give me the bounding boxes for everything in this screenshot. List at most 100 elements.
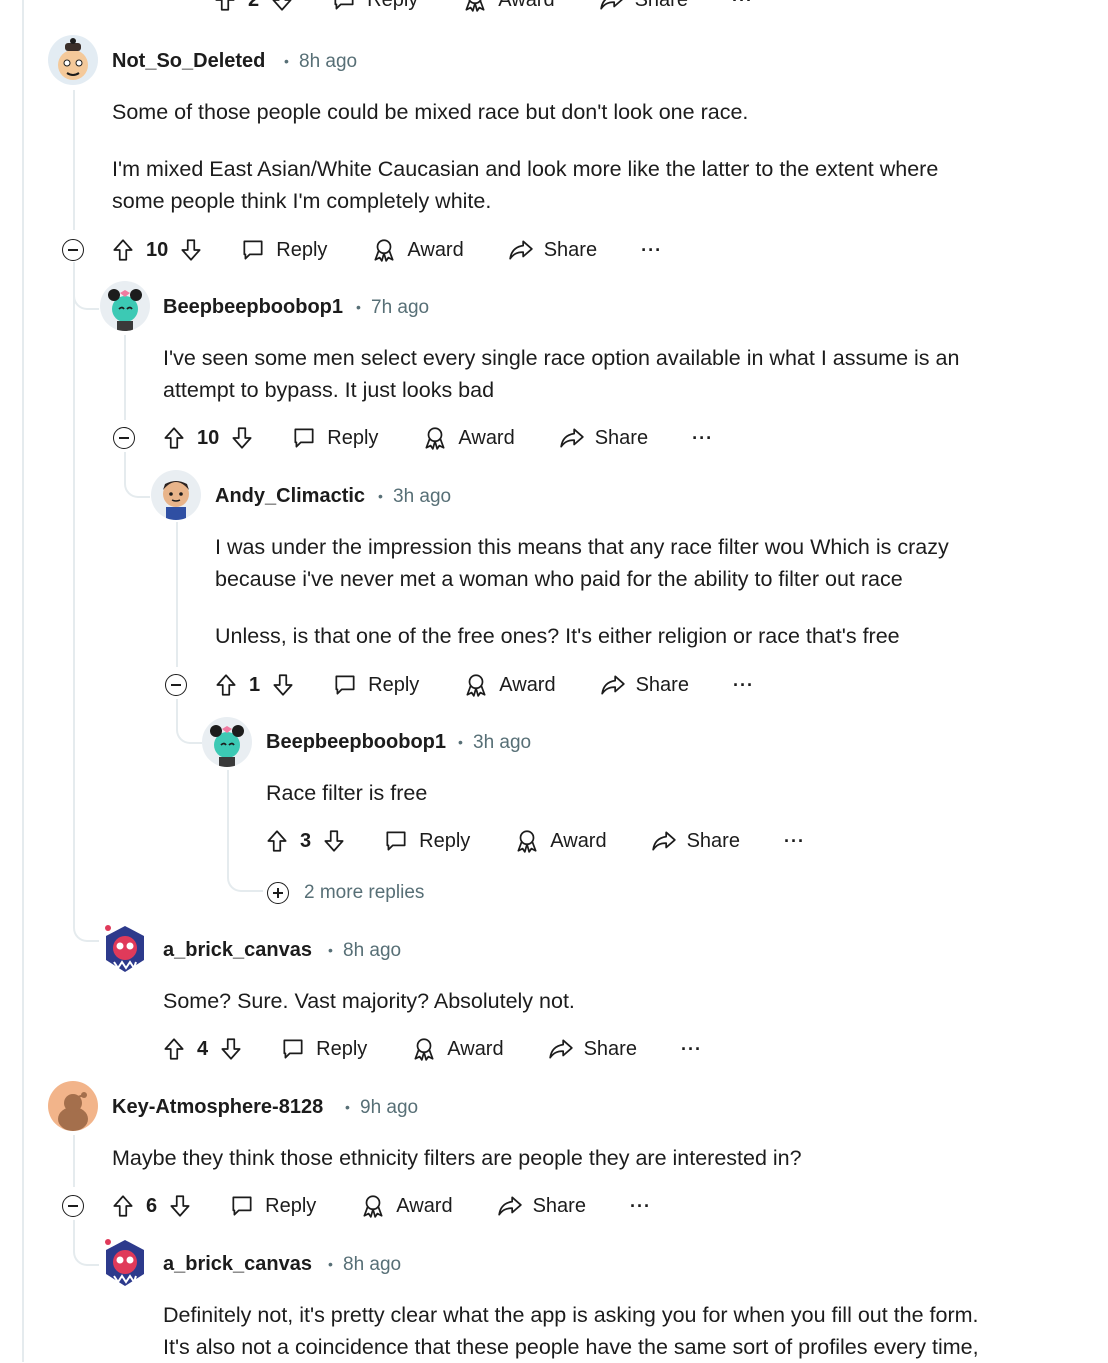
comment-author[interactable]: Beepbeepboobop1 [266, 731, 446, 754]
avatar[interactable] [100, 1236, 150, 1286]
downvote-icon[interactable] [321, 828, 347, 854]
reply-button[interactable]: Reply [383, 828, 470, 854]
comment-actions-partial: 2 Reply Award Share ··· [212, 0, 753, 18]
reply-button[interactable]: Reply [229, 1193, 316, 1219]
comment-bubble-icon [383, 828, 409, 854]
share-icon [600, 672, 626, 698]
downvote-icon[interactable] [178, 237, 204, 263]
expand-replies-icon[interactable] [267, 882, 289, 904]
comment-body-line: because i've never met a woman who paid … [215, 567, 903, 591]
downvote-icon[interactable] [229, 425, 255, 451]
avatar[interactable] [100, 922, 150, 972]
share-button[interactable]: Share [508, 237, 597, 263]
share-button[interactable]: Share [600, 672, 689, 698]
upvote-icon[interactable] [110, 1193, 136, 1219]
share-icon [599, 0, 625, 13]
collapse-thread-button[interactable] [165, 674, 187, 696]
downvote-icon[interactable] [218, 1036, 244, 1062]
share-button[interactable]: Share [651, 828, 740, 854]
award-label: Award [458, 426, 515, 449]
comment-timestamp[interactable]: 7h ago [371, 297, 429, 319]
comment-timestamp[interactable]: 9h ago [360, 1097, 418, 1119]
avatar[interactable] [202, 717, 252, 767]
more-options-button[interactable]: ··· [784, 831, 805, 852]
comment-author[interactable]: a_brick_canvas [163, 1253, 312, 1276]
award-button[interactable]: Award [514, 828, 607, 854]
comment-author[interactable]: Beepbeepboobop1 [163, 296, 343, 319]
award-button[interactable]: Award [360, 1193, 453, 1219]
comment-bubble-icon [332, 672, 358, 698]
upvote-icon[interactable] [161, 1036, 187, 1062]
more-options-button[interactable]: ··· [692, 428, 713, 449]
collapse-thread-button[interactable] [62, 1195, 84, 1217]
reply-label: Reply [265, 1194, 317, 1217]
share-label: Share [532, 1194, 586, 1217]
share-button[interactable]: Share [548, 1036, 637, 1062]
more-replies-link[interactable]: 2 more replies [304, 882, 424, 904]
share-label: Share [635, 673, 689, 696]
downvote-icon[interactable] [167, 1193, 193, 1219]
comment-body-line: Definitely not, it's pretty clear what t… [163, 1303, 979, 1327]
upvote-icon[interactable] [212, 0, 238, 13]
comment-bubble-icon [291, 425, 317, 451]
thread-elbow [73, 880, 99, 942]
more-options-button[interactable]: ··· [630, 1196, 651, 1217]
more-options-button[interactable]: ··· [732, 0, 753, 11]
comment-bubble-icon [229, 1193, 255, 1219]
comment-author[interactable]: Andy_Climactic [215, 485, 365, 508]
upvote-icon[interactable] [264, 828, 290, 854]
reply-label: Reply [419, 829, 471, 852]
thread-elbow [124, 452, 150, 498]
reply-label: Reply [367, 0, 418, 12]
collapse-thread-button[interactable] [113, 427, 135, 449]
downvote-icon[interactable] [269, 0, 295, 13]
vote-count: 6 [146, 1194, 158, 1217]
award-button[interactable]: Award [411, 1036, 504, 1062]
share-icon [559, 425, 585, 451]
upvote-icon[interactable] [110, 237, 136, 263]
share-icon [651, 828, 677, 854]
share-button[interactable]: Share [497, 1193, 586, 1219]
avatar[interactable] [48, 1081, 98, 1131]
comment-timestamp[interactable]: 8h ago [343, 1254, 401, 1276]
award-button[interactable]: Award [462, 0, 555, 13]
comment-body-line: Some? Sure. Vast majority? Absolutely no… [163, 989, 575, 1013]
reply-button[interactable]: Reply [331, 0, 418, 13]
comment-body-line: Unless, is that one of the free ones? It… [215, 624, 900, 648]
avatar[interactable] [151, 470, 201, 520]
reply-button[interactable]: Reply [332, 672, 419, 698]
share-button[interactable]: Share [559, 425, 648, 451]
comment-body-line: I was under the impression this means th… [215, 535, 949, 559]
share-button[interactable]: Share [599, 0, 688, 13]
more-options-button[interactable]: ··· [641, 240, 662, 261]
award-button[interactable]: Award [422, 425, 515, 451]
collapse-thread-button[interactable] [62, 239, 84, 261]
comment-author[interactable]: Not_So_Deleted [112, 50, 265, 73]
comment-body-line: Some of those people could be mixed race… [112, 100, 749, 124]
more-options-button[interactable]: ··· [681, 1039, 702, 1060]
thread-line [124, 335, 126, 420]
upvote-icon[interactable] [213, 672, 239, 698]
reply-button[interactable]: Reply [280, 1036, 367, 1062]
reply-button[interactable]: Reply [291, 425, 378, 451]
thread-line-root [22, 0, 24, 1362]
award-icon [463, 672, 489, 698]
avatar[interactable] [48, 35, 98, 85]
downvote-icon[interactable] [270, 672, 296, 698]
award-button[interactable]: Award [463, 672, 556, 698]
award-button[interactable]: Award [371, 237, 464, 263]
avatar[interactable] [100, 281, 150, 331]
comment-timestamp[interactable]: 8h ago [343, 940, 401, 962]
more-options-button[interactable]: ··· [733, 675, 754, 696]
comment-body-line: I've seen some men select every single r… [163, 346, 960, 370]
meta-separator: • [284, 53, 289, 69]
comment-author[interactable]: a_brick_canvas [163, 939, 312, 962]
share-label: Share [543, 238, 598, 261]
comment-timestamp[interactable]: 3h ago [473, 732, 531, 754]
reply-button[interactable]: Reply [240, 237, 327, 263]
award-label: Award [550, 829, 607, 852]
comment-author[interactable]: Key-Atmosphere-8128 [112, 1096, 323, 1119]
upvote-icon[interactable] [161, 425, 187, 451]
comment-timestamp[interactable]: 8h ago [299, 51, 357, 73]
comment-timestamp[interactable]: 3h ago [393, 486, 451, 508]
